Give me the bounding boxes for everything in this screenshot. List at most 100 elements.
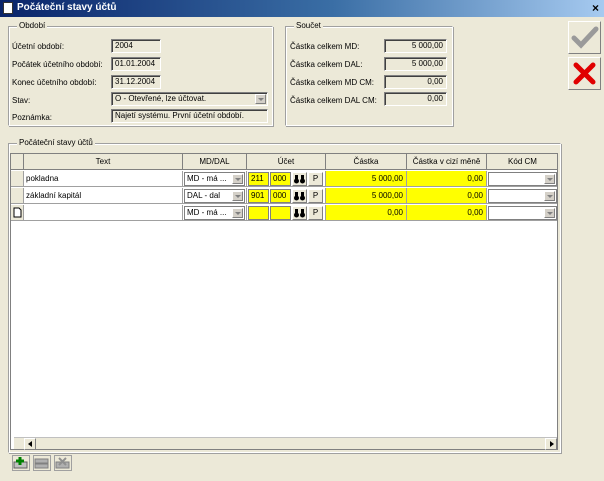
ucet-synth-input[interactable] (248, 206, 269, 220)
delete-row-icon (55, 457, 70, 469)
cell-md-dal[interactable]: MD - má ... (183, 171, 247, 187)
pocatek-label: Počátek účetního období: (12, 60, 103, 69)
cell-kod-cm[interactable] (487, 205, 557, 221)
table-row[interactable]: základní kapitál DAL - dal 901 000 P 5 0… (11, 188, 557, 204)
ucetni-obdobi-field[interactable]: 2004 (111, 39, 161, 53)
castka-cm-value: 0,00 (467, 191, 483, 200)
cell-text-value (24, 208, 26, 217)
cell-castka[interactable]: 0,00 (326, 205, 407, 221)
col-header-ucet[interactable]: Účet (247, 154, 326, 170)
ucet-anal-input[interactable]: 000 (270, 189, 291, 203)
dialog-window: Počáteční stavy účtů × Období Účetní obd… (0, 0, 604, 481)
md-dal-combo[interactable]: MD - má ... (184, 172, 245, 186)
binoculars-search-button[interactable] (292, 172, 307, 186)
row-indicator[interactable] (11, 171, 24, 187)
col-header-castka[interactable]: Částka (326, 154, 407, 170)
md-cm-total-label: Částka celkem MD CM: (290, 78, 375, 87)
cell-castka-cm[interactable]: 0,00 (407, 188, 487, 204)
scroll-left-icon[interactable] (24, 438, 36, 450)
cell-castka-cm[interactable]: 0,00 (407, 171, 487, 187)
cell-castka[interactable]: 5 000,00 (326, 188, 407, 204)
dal-total-label: Částka celkem DAL: (290, 60, 363, 69)
data-grid[interactable]: Text MD/DAL Účet Částka Částka v cizí mě… (10, 153, 558, 450)
cell-text-value: základní kapitál (26, 191, 82, 200)
konec-field[interactable]: 31.12.2004 (111, 75, 161, 89)
ucet-synth-input[interactable]: 211 (248, 172, 269, 186)
cell-ucet[interactable]: 211 000 P (247, 171, 326, 187)
castka-cm-value: 0,00 (467, 174, 483, 183)
chevron-down-icon[interactable] (544, 191, 555, 201)
ok-button[interactable] (568, 21, 601, 54)
col-header-text[interactable]: Text (24, 154, 183, 170)
window-title: Počáteční stavy účtů (17, 2, 117, 13)
dal-total-field: 5 000,00 (384, 57, 447, 71)
cell-kod-cm[interactable] (487, 188, 557, 204)
cell-ucet[interactable]: P (247, 205, 326, 221)
md-dal-combo[interactable]: DAL - dal (184, 189, 245, 203)
row-indicator[interactable] (11, 205, 24, 221)
md-dal-combo[interactable]: MD - má ... (184, 206, 245, 220)
ucet-anal-input[interactable] (270, 206, 291, 220)
p-button[interactable]: P (308, 206, 323, 220)
table-row[interactable]: pokladna MD - má ... 211 000 P 5 000,00 … (11, 171, 557, 187)
chevron-down-icon[interactable] (232, 191, 243, 201)
add-row-button[interactable] (12, 455, 30, 471)
cell-castka-cm[interactable]: 0,00 (407, 205, 487, 221)
copy-row-icon (34, 458, 49, 469)
poznamka-field[interactable]: Najetí systému. První účetní období. (111, 109, 268, 123)
kod-cm-combo[interactable] (488, 206, 557, 220)
add-row-icon (13, 457, 28, 469)
chevron-down-icon[interactable] (544, 174, 555, 184)
binoculars-search-button[interactable] (292, 206, 307, 220)
horizontal-scrollbar[interactable] (14, 437, 557, 450)
cell-text-value: pokladna (26, 174, 59, 183)
castka-cm-value: 0,00 (467, 208, 483, 217)
col-header-kod-cm[interactable]: Kód CM (487, 154, 557, 170)
table-row-new[interactable]: MD - má ... P 0,00 0,00 (11, 205, 557, 221)
md-total-label: Částka celkem MD: (290, 42, 360, 51)
pocatek-field[interactable]: 01.01.2004 (111, 57, 161, 71)
ucet-synth-input[interactable]: 901 (248, 189, 269, 203)
delete-row-button[interactable] (54, 455, 72, 471)
cell-ucet[interactable]: 901 000 P (247, 188, 326, 204)
cell-text[interactable]: pokladna (24, 171, 183, 187)
md-total-field: 5 000,00 (384, 39, 447, 53)
cell-text[interactable]: základní kapitál (24, 188, 183, 204)
chevron-down-icon[interactable] (232, 174, 243, 184)
stav-combo[interactable]: O - Otevřené, lze účtovat. (111, 92, 268, 106)
stav-value: O - Otevřené, lze účtovat. (115, 94, 207, 103)
scroll-right-icon[interactable] (545, 438, 557, 450)
title-bar: Počáteční stavy účtů × (0, 0, 604, 17)
stav-label: Stav: (12, 96, 31, 105)
chevron-down-icon[interactable] (544, 208, 555, 218)
md-dal-value: MD - má ... (187, 208, 227, 217)
row-indicator[interactable] (11, 188, 24, 204)
binoculars-icon (294, 175, 305, 184)
ucet-anal-input[interactable]: 000 (270, 172, 291, 186)
binoculars-search-button[interactable] (292, 189, 307, 203)
copy-row-button[interactable] (33, 455, 51, 471)
ucetni-obdobi-label: Účetní období: (12, 42, 65, 51)
col-header-castka-cm[interactable]: Částka v cizí měně (407, 154, 487, 170)
checkmark-icon (571, 26, 599, 49)
cell-md-dal[interactable]: MD - má ... (183, 205, 247, 221)
md-dal-value: MD - má ... (187, 174, 227, 183)
kod-cm-combo[interactable] (488, 172, 557, 186)
p-button[interactable]: P (308, 189, 323, 203)
castka-value: 0,00 (387, 208, 403, 217)
cell-kod-cm[interactable] (487, 171, 557, 187)
chevron-down-icon[interactable] (255, 94, 266, 104)
md-dal-value: DAL - dal (187, 191, 221, 200)
close-icon[interactable]: × (592, 1, 599, 15)
p-button[interactable]: P (308, 172, 323, 186)
col-header-md-dal[interactable]: MD/DAL (183, 154, 247, 170)
cell-text[interactable] (24, 205, 183, 221)
cell-md-dal[interactable]: DAL - dal (183, 188, 247, 204)
binoculars-icon (294, 192, 305, 201)
kod-cm-combo[interactable] (488, 189, 557, 203)
cell-castka[interactable]: 5 000,00 (326, 171, 407, 187)
new-row-icon (13, 207, 22, 218)
castka-value: 5 000,00 (371, 191, 403, 200)
chevron-down-icon[interactable] (232, 208, 243, 218)
cancel-button[interactable] (568, 57, 601, 90)
